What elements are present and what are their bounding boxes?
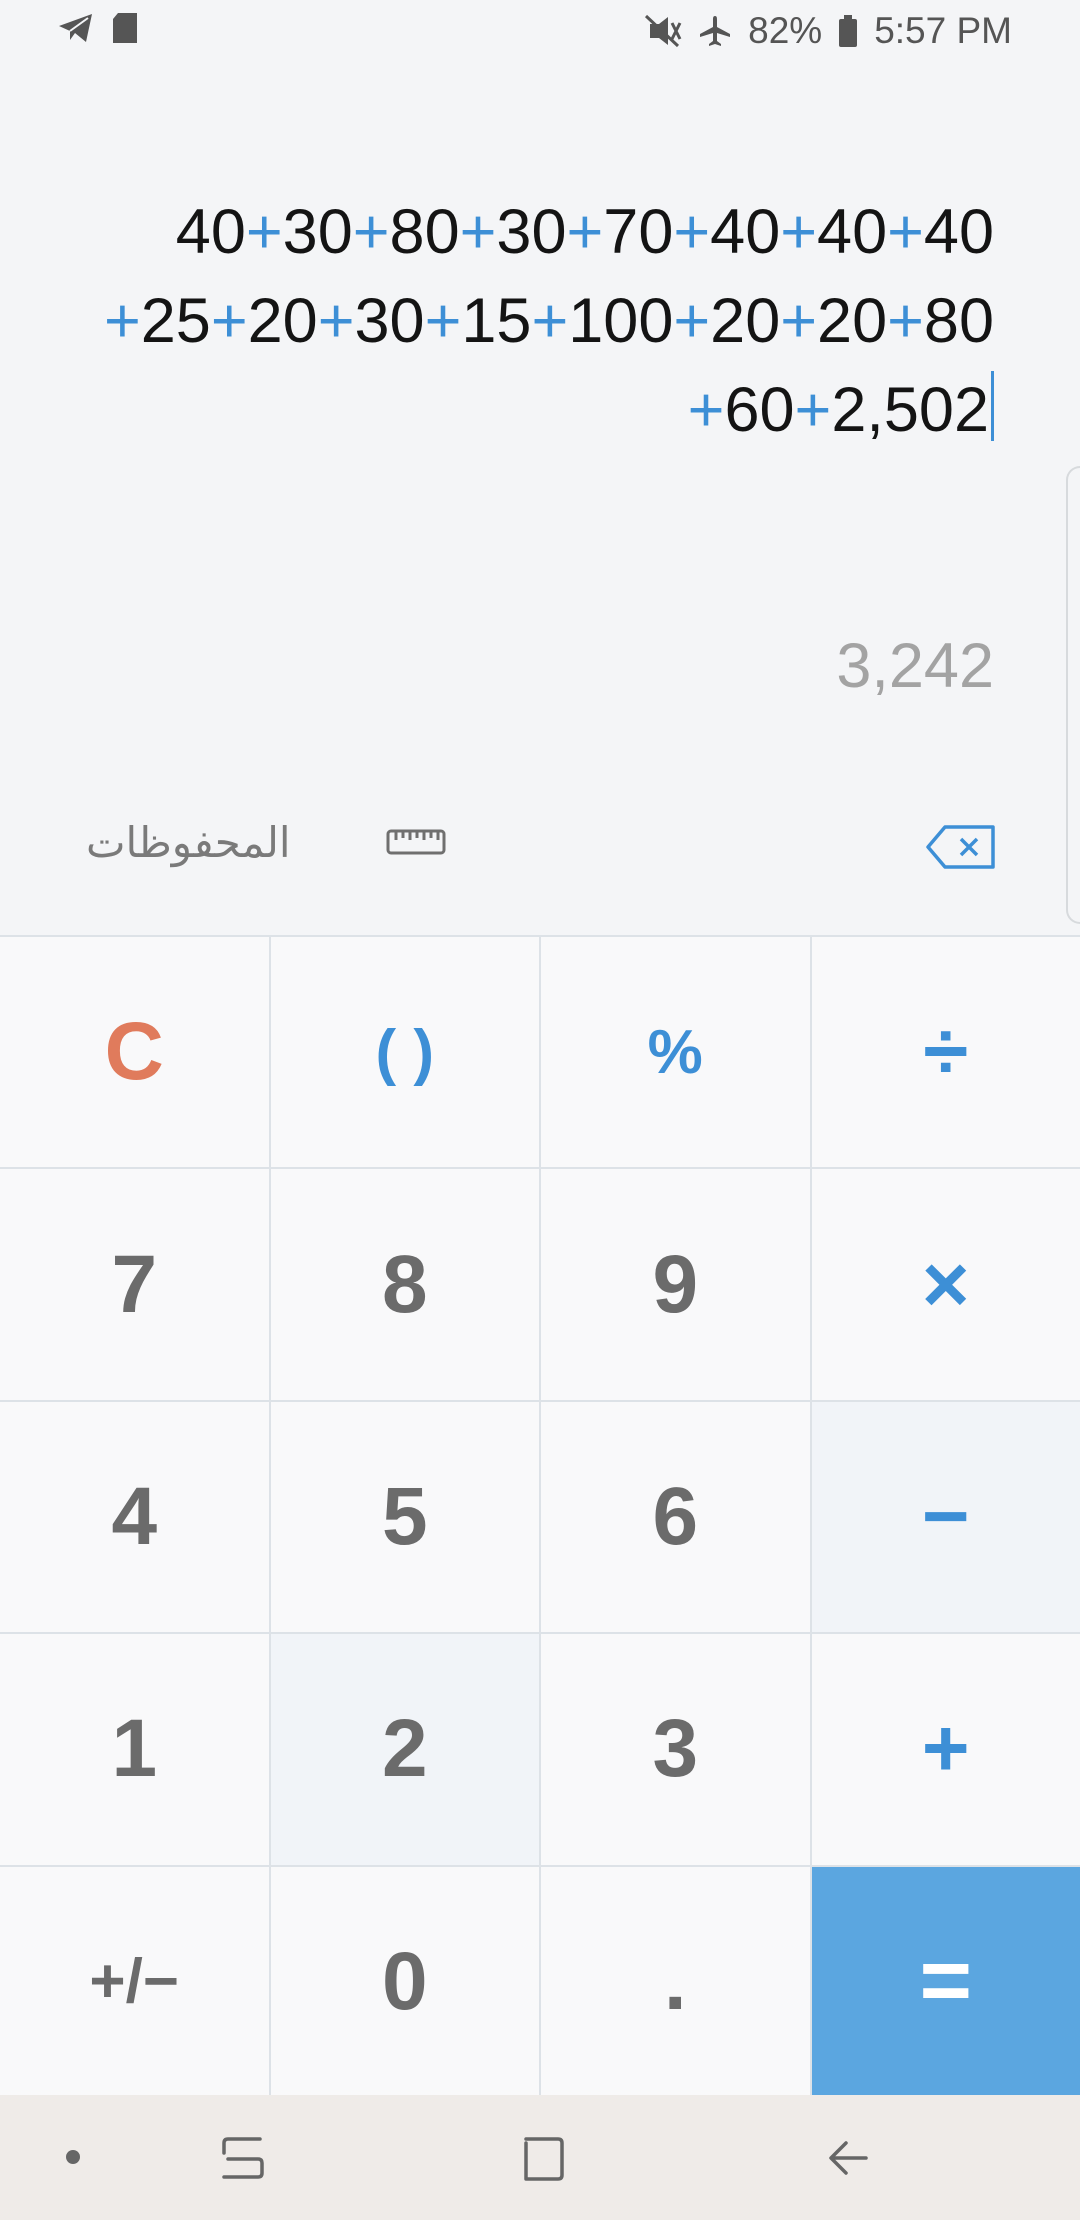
digit-6-button[interactable]: 6: [541, 1401, 810, 1633]
plus-minus-button[interactable]: +/−: [0, 1866, 269, 2097]
expression-operator: +: [352, 197, 390, 267]
expression-operand: 100: [568, 286, 674, 356]
keypad: C ( ) % ÷ 7 8 9 × 4 5 6 − 1 2 3 + +/− 0 …: [0, 935, 1080, 2097]
battery-percent: 82%: [748, 10, 823, 51]
digit-2-button[interactable]: 2: [270, 1634, 539, 1865]
expression-operator: +: [566, 197, 604, 267]
expression-line: 40+30+80+30+70+40+40+40: [60, 188, 994, 277]
expression-operator: +: [317, 286, 355, 356]
expression-line: +25+20+30+15+100+20+20+80: [60, 277, 994, 366]
digit-8-button[interactable]: 8: [270, 1169, 539, 1400]
expression-operator: +: [245, 197, 283, 267]
expression-operand: 80: [923, 286, 994, 356]
expression-operator: +: [210, 286, 248, 356]
sd-card-icon: [112, 12, 138, 44]
expression-operand: 40: [175, 197, 246, 267]
tool-row: المحفوظات: [0, 800, 1080, 890]
equals-button[interactable]: =: [811, 1866, 1080, 2097]
navigation-bar: [0, 2095, 1080, 2220]
digit-5-button[interactable]: 5: [270, 1401, 539, 1633]
expression-operand: 40: [710, 197, 781, 267]
expression-operand: 20: [817, 286, 888, 356]
digit-9-button[interactable]: 9: [541, 1169, 810, 1400]
expression-operand: 40: [923, 197, 994, 267]
clear-button[interactable]: C: [0, 937, 269, 1168]
expression-operand: 60: [724, 375, 795, 445]
divide-button[interactable]: ÷: [811, 937, 1080, 1168]
expression-operator: +: [424, 286, 462, 356]
expression-operand: 15: [461, 286, 532, 356]
recents-icon[interactable]: [218, 2135, 268, 2186]
digit-1-button[interactable]: 1: [0, 1634, 269, 1865]
expression-operand: 70: [603, 197, 674, 267]
telegram-icon: [58, 12, 94, 44]
digit-7-button[interactable]: 7: [0, 1169, 269, 1400]
expression-operator: +: [673, 286, 711, 356]
expression-display[interactable]: 40+30+80+30+70+40+40+40 +25+20+30+15+100+…: [60, 188, 994, 455]
backspace-icon: [925, 825, 997, 874]
expression-line: +60+2,502: [60, 366, 994, 455]
expression-operator: +: [103, 286, 141, 356]
expression-operand: 25: [140, 286, 211, 356]
status-bar: 82% 5:57 PM: [0, 0, 1080, 64]
expression-operand: 30: [354, 286, 425, 356]
expression-operator: +: [887, 197, 924, 267]
result-preview: 3,242: [836, 631, 994, 701]
expression-operand: 20: [247, 286, 318, 356]
battery-icon: [838, 14, 858, 48]
digit-0-button[interactable]: 0: [270, 1866, 539, 2097]
ruler-icon: [386, 829, 446, 862]
expression-operator: +: [780, 197, 818, 267]
add-button[interactable]: +: [811, 1634, 1080, 1865]
parentheses-button[interactable]: ( ): [270, 937, 539, 1168]
history-button[interactable]: المحفوظات: [86, 818, 291, 867]
text-cursor: [991, 371, 994, 441]
expression-operator: +: [780, 286, 818, 356]
expression-operand: 80: [389, 197, 460, 267]
expression-operator: +: [531, 286, 569, 356]
subtract-button[interactable]: −: [811, 1401, 1080, 1633]
clock: 5:57 PM: [874, 10, 1012, 51]
nav-dot-icon[interactable]: [66, 2150, 80, 2164]
expression-operator: +: [459, 197, 497, 267]
expression-operand: 40: [817, 197, 888, 267]
mute-vibrate-icon: [644, 14, 682, 48]
multiply-button[interactable]: ×: [811, 1169, 1080, 1400]
backspace-button[interactable]: [925, 824, 997, 875]
expression-operand: 20: [710, 286, 781, 356]
home-icon[interactable]: [520, 2135, 566, 2186]
expression-operand: 2,502: [831, 375, 989, 445]
percent-button[interactable]: %: [541, 937, 810, 1168]
expression-operator: +: [687, 375, 725, 445]
digit-4-button[interactable]: 4: [0, 1401, 269, 1633]
expression-operator: +: [673, 197, 711, 267]
expression-operand: 30: [282, 197, 353, 267]
back-icon[interactable]: [826, 2135, 872, 2186]
expression-operator: +: [887, 286, 924, 356]
expression-operator: +: [794, 375, 832, 445]
unit-converter-button[interactable]: [386, 828, 446, 863]
expression-operand: 30: [496, 197, 567, 267]
airplane-icon: [698, 14, 732, 48]
decimal-button[interactable]: .: [541, 1866, 810, 2097]
digit-3-button[interactable]: 3: [541, 1634, 810, 1865]
